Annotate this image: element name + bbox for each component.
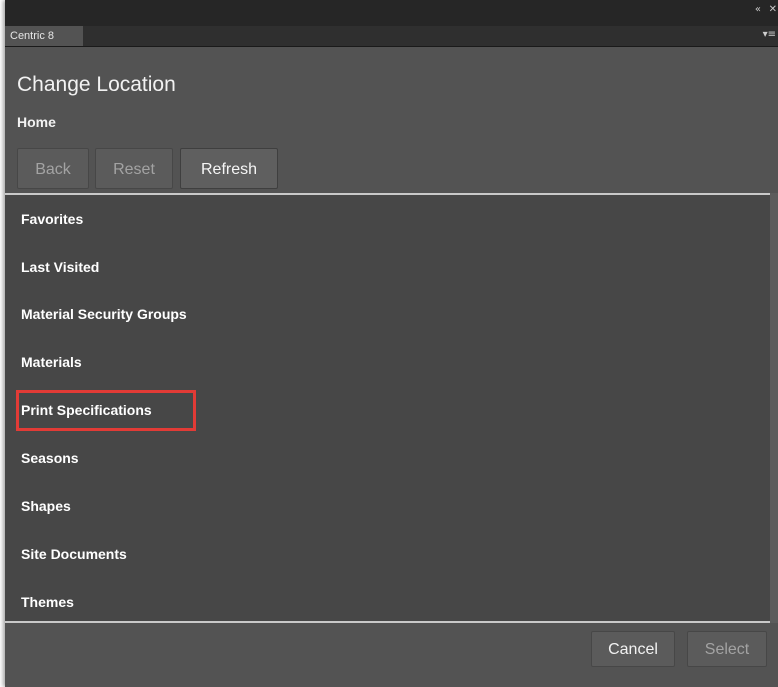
list-item-seasons[interactable]: Seasons bbox=[21, 450, 79, 466]
panel-title-bar: « ✕ bbox=[5, 0, 778, 26]
tab-centric-8[interactable]: Centric 8 bbox=[5, 26, 83, 46]
list-item-shapes[interactable]: Shapes bbox=[21, 498, 71, 514]
list-item-favorites[interactable]: Favorites bbox=[21, 211, 83, 227]
change-location-panel: « ✕ Centric 8 ▾≡ Change Location Home Ba… bbox=[5, 0, 778, 687]
location-list-scrollbar[interactable] bbox=[770, 193, 778, 623]
list-item-themes[interactable]: Themes bbox=[21, 594, 74, 610]
panel-menu-icon[interactable]: ▾≡ bbox=[763, 29, 776, 40]
page-title: Change Location bbox=[17, 73, 176, 96]
selection-highlight bbox=[16, 390, 196, 431]
list-item-last-visited[interactable]: Last Visited bbox=[21, 259, 99, 275]
breadcrumb: Home bbox=[17, 114, 56, 130]
refresh-button[interactable]: Refresh bbox=[180, 148, 278, 189]
reset-button[interactable]: Reset bbox=[95, 148, 173, 189]
select-button[interactable]: Select bbox=[687, 631, 767, 667]
list-item-material-security-groups[interactable]: Material Security Groups bbox=[21, 306, 187, 322]
close-icon[interactable]: ✕ bbox=[769, 4, 777, 15]
panel-tab-bar: Centric 8 ▾≡ bbox=[5, 26, 778, 47]
cancel-button[interactable]: Cancel bbox=[591, 631, 675, 667]
list-item-materials[interactable]: Materials bbox=[21, 354, 82, 370]
list-item-site-documents[interactable]: Site Documents bbox=[21, 546, 127, 562]
double-chevron-left-icon[interactable]: « bbox=[755, 4, 761, 15]
back-button[interactable]: Back bbox=[17, 148, 89, 189]
